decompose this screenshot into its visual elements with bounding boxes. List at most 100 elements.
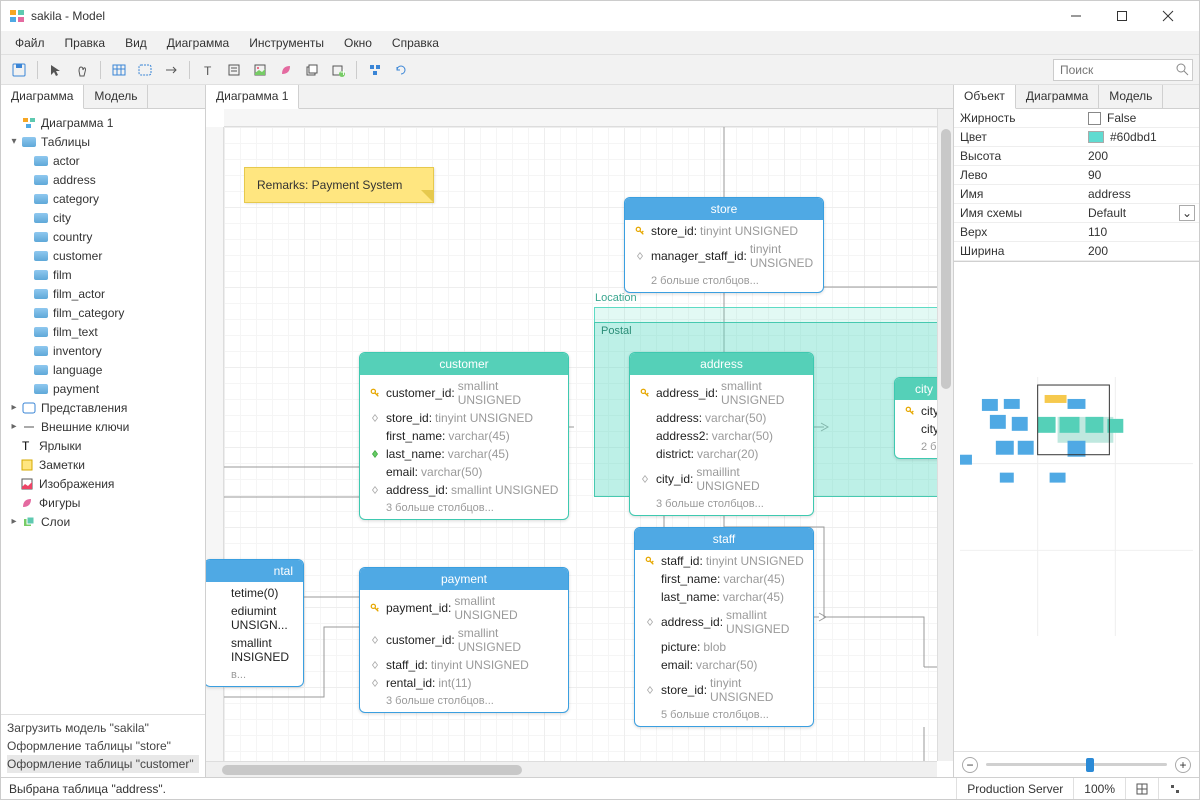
- save-icon[interactable]: [7, 58, 31, 82]
- entity-rental[interactable]: ntal tetime(0)ediumint UNSIGN...smallint…: [206, 559, 304, 687]
- menu-diagram[interactable]: Диаграмма: [157, 33, 239, 53]
- tree-table-address[interactable]: address: [1, 170, 205, 189]
- menu-file[interactable]: Файл: [5, 33, 55, 53]
- history-item[interactable]: Загрузить модель "sakila": [7, 719, 199, 737]
- tree-fkeys[interactable]: ▸Внешние ключи: [1, 417, 205, 436]
- zoom-in-icon[interactable]: +: [1175, 757, 1191, 773]
- color-swatch[interactable]: [1088, 131, 1104, 143]
- column-row[interactable]: address_id:smallint UNSIGNED: [360, 481, 568, 499]
- minimize-button[interactable]: [1053, 1, 1099, 31]
- menu-view[interactable]: Вид: [115, 33, 157, 53]
- column-row[interactable]: ediumint UNSIGN...: [206, 602, 303, 634]
- scrollbar-horizontal[interactable]: [206, 761, 937, 777]
- status-grid-icon[interactable]: [1125, 778, 1158, 799]
- zoom-slider[interactable]: [986, 763, 1167, 766]
- canvas[interactable]: Remarks: Payment System Location Postal …: [206, 109, 937, 761]
- status-snap-icon[interactable]: [1158, 778, 1191, 799]
- column-row[interactable]: rental_id:int(11): [360, 674, 568, 692]
- column-row[interactable]: store_id:tinyint UNSIGNED: [635, 674, 813, 706]
- entity-staff[interactable]: staff staff_id:tinyint UNSIGNEDfirst_nam…: [634, 527, 814, 727]
- tree-layers[interactable]: ▸Слои: [1, 512, 205, 531]
- tree-table-language[interactable]: language: [1, 360, 205, 379]
- entity-customer[interactable]: customer customer_id:smallint UNSIGNEDst…: [359, 352, 569, 520]
- prop-left[interactable]: Лево90: [954, 166, 1199, 185]
- scrollbar-vertical[interactable]: [937, 109, 953, 761]
- column-row[interactable]: address_id:smallint UNSIGNED: [630, 377, 813, 409]
- entity-city[interactable]: city city_city:2 бо: [894, 377, 937, 459]
- tree-table-inventory[interactable]: inventory: [1, 341, 205, 360]
- pointer-icon[interactable]: [44, 58, 68, 82]
- menu-help[interactable]: Справка: [382, 33, 449, 53]
- text-icon[interactable]: T: [196, 58, 220, 82]
- maximize-button[interactable]: [1099, 1, 1145, 31]
- column-row[interactable]: city_: [895, 402, 937, 420]
- menu-tools[interactable]: Инструменты: [239, 33, 334, 53]
- column-row[interactable]: address_id:smallint UNSIGNED: [635, 606, 813, 638]
- prop-bold[interactable]: ЖирностьFalse: [954, 109, 1199, 128]
- prop-height[interactable]: Высота200: [954, 147, 1199, 166]
- tree-table-film[interactable]: film: [1, 265, 205, 284]
- prop-name[interactable]: Имяaddress: [954, 185, 1199, 204]
- column-row[interactable]: address:varchar(50): [630, 409, 813, 427]
- canvas-grid[interactable]: Remarks: Payment System Location Postal …: [224, 127, 937, 761]
- column-row[interactable]: last_name:varchar(45): [635, 588, 813, 606]
- minimap[interactable]: [960, 268, 1193, 745]
- collapse-icon[interactable]: ▾: [7, 136, 21, 147]
- entity-address[interactable]: address address_id:smallint UNSIGNEDaddr…: [629, 352, 814, 516]
- column-row[interactable]: store_id:tinyint UNSIGNED: [625, 222, 823, 240]
- column-row[interactable]: store_id:tinyint UNSIGNED: [360, 409, 568, 427]
- column-row[interactable]: tetime(0): [206, 584, 303, 602]
- tree-table-actor[interactable]: actor: [1, 151, 205, 170]
- prop-top[interactable]: Верх110: [954, 223, 1199, 242]
- column-row[interactable]: staff_id:tinyint UNSIGNED: [360, 656, 568, 674]
- column-row[interactable]: district:varchar(20): [630, 445, 813, 463]
- new-layer-icon[interactable]: +: [326, 58, 350, 82]
- dropdown-icon[interactable]: ⌄: [1179, 205, 1195, 221]
- history-item[interactable]: Оформление таблицы "store": [7, 737, 199, 755]
- menu-window[interactable]: Окно: [334, 33, 382, 53]
- column-row[interactable]: staff_id:tinyint UNSIGNED: [635, 552, 813, 570]
- search-input[interactable]: [1053, 59, 1193, 81]
- tab-object[interactable]: Объект: [954, 85, 1016, 109]
- tree-images[interactable]: Изображения: [1, 474, 205, 493]
- menu-edit[interactable]: Правка: [55, 33, 116, 53]
- close-button[interactable]: [1145, 1, 1191, 31]
- expand-icon[interactable]: ▸: [7, 402, 21, 413]
- tree-root[interactable]: Диаграмма 1: [1, 113, 205, 132]
- tab-diagram-r[interactable]: Диаграмма: [1016, 85, 1099, 108]
- tree-table-film_actor[interactable]: film_actor: [1, 284, 205, 303]
- column-row[interactable]: email:varchar(50): [635, 656, 813, 674]
- autolayout-icon[interactable]: [363, 58, 387, 82]
- tree-table-film_category[interactable]: film_category: [1, 303, 205, 322]
- column-row[interactable]: city_id:smaillint UNSIGNED: [630, 463, 813, 495]
- more-columns[interactable]: 5 больше столбцов...: [635, 706, 813, 724]
- hand-icon[interactable]: [70, 58, 94, 82]
- prop-width[interactable]: Ширина200: [954, 242, 1199, 261]
- relation-icon[interactable]: [159, 58, 183, 82]
- tree-labels[interactable]: TЯрлыки: [1, 436, 205, 455]
- column-row[interactable]: last_name:varchar(45): [360, 445, 568, 463]
- expand-icon[interactable]: ▸: [7, 516, 21, 527]
- column-row[interactable]: city:: [895, 420, 937, 438]
- zoom-out-icon[interactable]: −: [962, 757, 978, 773]
- tree-views[interactable]: ▸Представления: [1, 398, 205, 417]
- tree-table-country[interactable]: country: [1, 227, 205, 246]
- history-item[interactable]: Оформление таблицы "customer": [7, 755, 199, 773]
- entity-payment[interactable]: payment payment_id:smallint UNSIGNEDcust…: [359, 567, 569, 713]
- view-icon[interactable]: [133, 58, 157, 82]
- tree-table-customer[interactable]: customer: [1, 246, 205, 265]
- more-columns[interactable]: 3 больше столбцов...: [360, 499, 568, 517]
- more-columns[interactable]: 3 больше столбцов...: [360, 692, 568, 710]
- more-columns[interactable]: 2 бо: [895, 438, 937, 456]
- column-row[interactable]: customer_id:smallint UNSIGNED: [360, 624, 568, 656]
- column-row[interactable]: address2:varchar(50): [630, 427, 813, 445]
- more-columns[interactable]: 3 больше столбцов...: [630, 495, 813, 513]
- shape-icon[interactable]: [274, 58, 298, 82]
- tree-table-film_text[interactable]: film_text: [1, 322, 205, 341]
- column-row[interactable]: payment_id:smallint UNSIGNED: [360, 592, 568, 624]
- tree-tables[interactable]: ▾Таблицы: [1, 132, 205, 151]
- column-row[interactable]: customer_id:smallint UNSIGNED: [360, 377, 568, 409]
- note-icon[interactable]: [222, 58, 246, 82]
- prop-schema[interactable]: Имя схемыDefault⌄: [954, 204, 1199, 223]
- tab-model-r[interactable]: Модель: [1099, 85, 1163, 108]
